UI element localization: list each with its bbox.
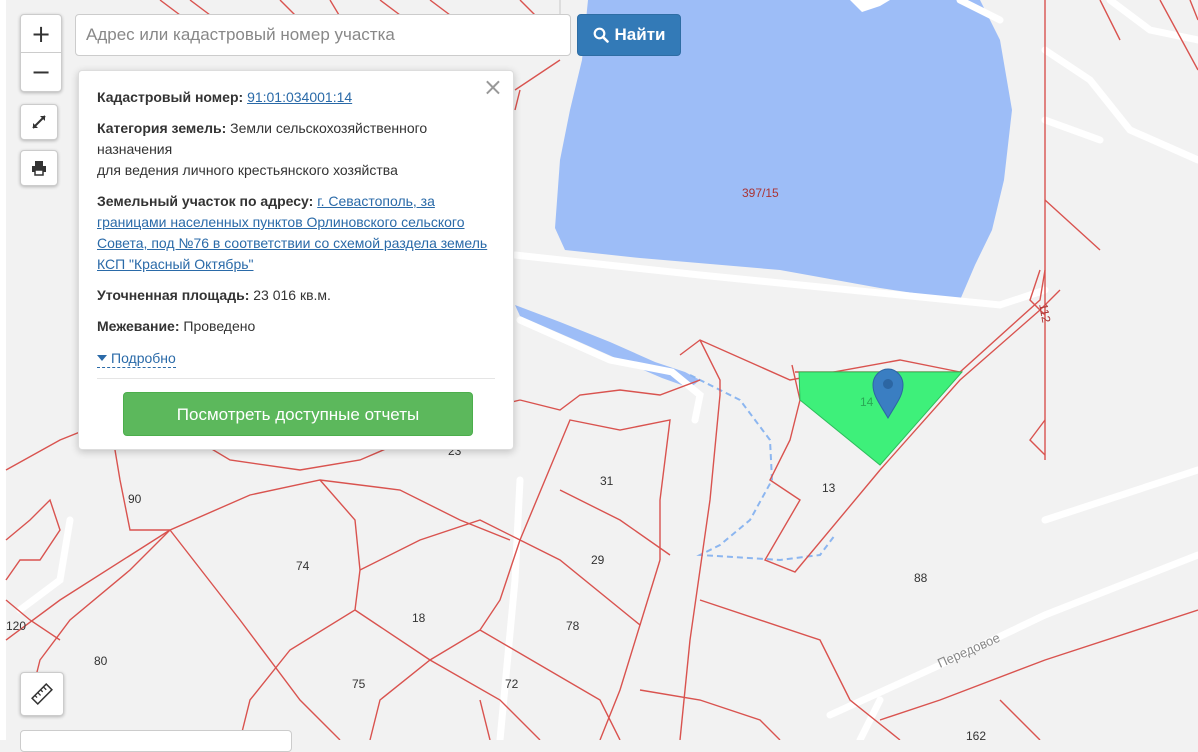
category-value-line2: назначения (97, 141, 173, 157)
more-details-label: Подробно (111, 349, 176, 366)
parcel-label-397: 397/15 (742, 186, 779, 200)
survey-row: Межевание: Проведено (97, 316, 495, 337)
cadastral-label: Кадастровый номер: (97, 89, 244, 105)
parcel-label-162: 162 (966, 729, 986, 740)
parcel-info-popup: × Кадастровый номер: 91:01:034001:14 Кат… (78, 70, 514, 450)
parcel-label-72: 72 (505, 677, 519, 691)
address-label: Земельный участок по адресу: (97, 193, 314, 209)
search-button[interactable]: Найти (577, 14, 681, 56)
divider (97, 378, 495, 379)
more-details-link[interactable]: Подробно (97, 350, 176, 368)
address-row: Земельный участок по адресу: г. Севастоп… (97, 191, 495, 275)
area-label: Уточненная площадь: (97, 287, 250, 303)
zoom-in-button[interactable]: + (21, 15, 61, 52)
parcel-label-75: 75 (352, 677, 366, 691)
print-icon (32, 161, 46, 176)
parcel-label-18: 18 (412, 611, 426, 625)
parcel-label-13: 13 (822, 481, 836, 495)
parcel-label-120: 120 (6, 619, 26, 633)
parcel-label-78: 78 (566, 619, 580, 633)
parcel-label-14: 14 (860, 395, 874, 409)
ruler-button[interactable] (20, 672, 64, 716)
parcel-label-80: 80 (94, 654, 108, 668)
cadastral-row: Кадастровый номер: 91:01:034001:14 (97, 87, 495, 108)
category-value-line3: для ведения личного крестьянского хозяйс… (97, 162, 398, 178)
survey-value: Проведено (183, 318, 256, 334)
search-icon (593, 27, 609, 43)
view-reports-button[interactable]: Посмотреть доступные отчеты (123, 392, 473, 436)
parcel-label-90: 90 (128, 492, 142, 506)
more-row: Подробно (97, 347, 495, 368)
zoom-control: + − (20, 14, 62, 92)
category-value-line1: Земли сельскохозяйственного (230, 120, 428, 136)
cadastral-number-link[interactable]: 91:01:034001:14 (247, 89, 352, 105)
ruler-icon (31, 683, 53, 705)
area-row: Уточненная площадь: 23 016 кв.м. (97, 285, 495, 306)
search-button-label: Найти (614, 25, 666, 44)
category-row: Категория земель: Земли сельскохозяйстве… (97, 118, 495, 181)
print-button[interactable] (20, 150, 58, 186)
survey-label: Межевание: (97, 318, 180, 334)
zoom-out-button[interactable]: − (21, 52, 61, 90)
parcel-label-88: 88 (914, 571, 928, 585)
parcel-label-29: 29 (591, 553, 605, 567)
parcel-label-74: 74 (296, 559, 310, 573)
search-input[interactable] (75, 14, 571, 56)
fullscreen-button[interactable] (20, 104, 58, 140)
category-label: Категория земель: (97, 120, 227, 136)
area-value: 23 016 кв.м. (253, 287, 331, 303)
parcel-label-31: 31 (600, 474, 614, 488)
close-icon[interactable]: × (483, 75, 503, 99)
fullscreen-icon (32, 115, 46, 129)
bottom-panel (20, 730, 292, 752)
caret-down-icon (97, 355, 107, 361)
